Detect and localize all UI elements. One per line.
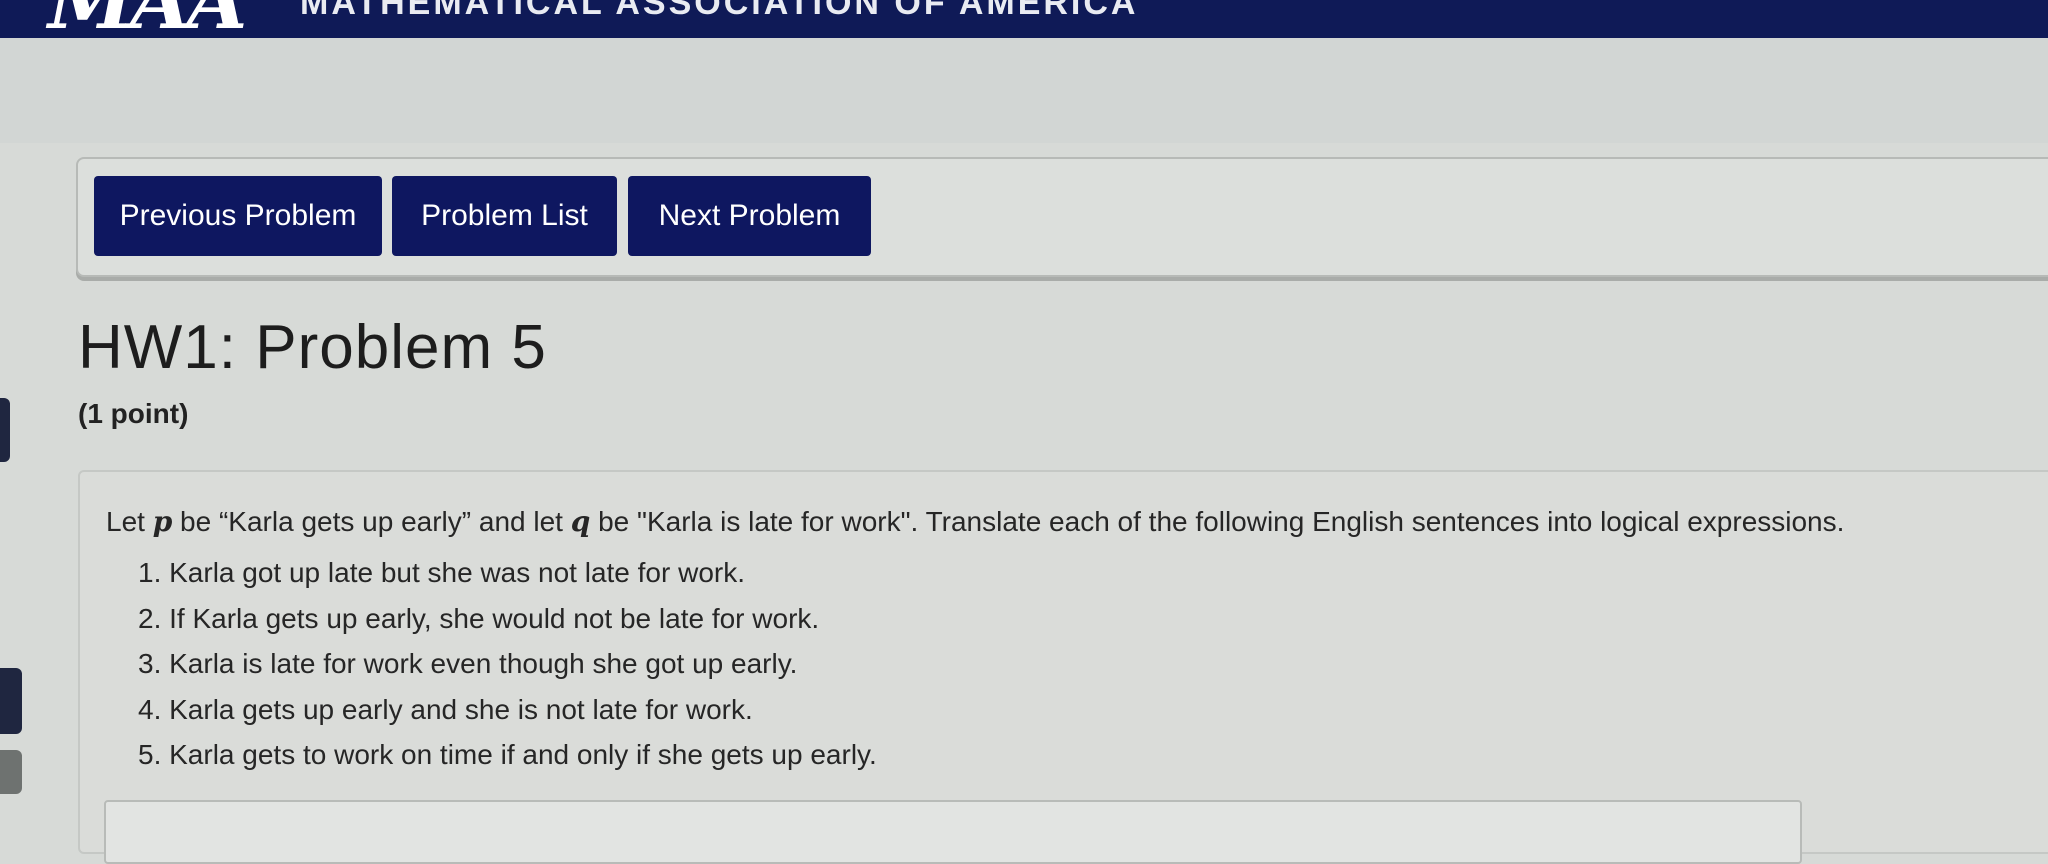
list-item: 1. Karla got up late but she was not lat… xyxy=(138,557,746,588)
list-item: 4. Karla gets up early and she is not la… xyxy=(138,693,753,725)
intro-text-2: be “Karla gets up early” and let xyxy=(172,506,571,537)
list-item: 5. Karla gets to work on time if and onl… xyxy=(138,739,877,770)
page-title: HW1: Problem 5 xyxy=(78,313,547,382)
org-name: MATHEMATICAL ASSOCIATION OF AMERICA xyxy=(300,0,1139,22)
intro-text-3: be "Karla is late for work". Translate e… xyxy=(590,506,1845,537)
previous-problem-button[interactable]: Previous Problem xyxy=(94,176,382,256)
maa-logo[interactable]: MAA xyxy=(48,0,247,38)
left-edge-tab[interactable] xyxy=(0,668,22,734)
left-edge-tab-secondary[interactable] xyxy=(0,750,22,794)
list-item: 2. If Karla gets up early, she would not… xyxy=(138,602,820,634)
next-problem-button[interactable]: Next Problem xyxy=(628,176,871,256)
left-edge-marker xyxy=(0,398,10,462)
problem-list-button[interactable]: Problem List xyxy=(392,176,617,256)
list-item: 3. Karla is late for work even though sh… xyxy=(138,648,798,679)
problem-points: (1 point) xyxy=(78,398,189,429)
intro-text-1: Let xyxy=(106,506,153,537)
variable-p: p xyxy=(152,505,173,538)
header-band xyxy=(0,38,2048,143)
sentence-list: 1. Karla got up late but she was not lat… xyxy=(138,550,877,778)
problem-intro: Let p be “Karla gets up early” and let q… xyxy=(106,505,1844,538)
site-header: MAA MATHEMATICAL ASSOCIATION OF AMERICA xyxy=(0,0,2048,38)
answer-area[interactable] xyxy=(104,800,1802,864)
variable-q: q xyxy=(570,505,591,538)
